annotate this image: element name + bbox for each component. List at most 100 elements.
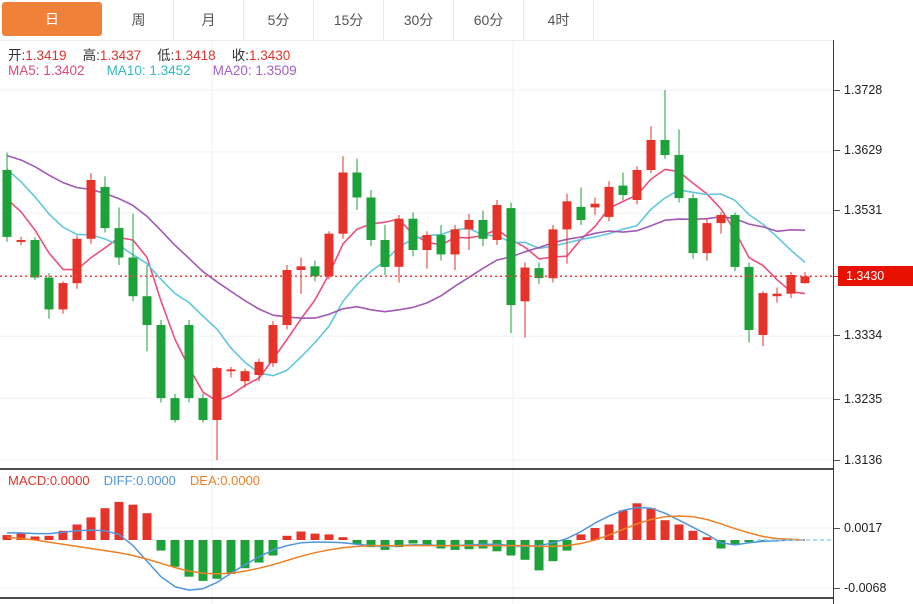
price-panel: 开:1.3419高:1.3437低:1.3418收:1.3430 MA5: 1.… — [0, 40, 833, 470]
tab-4hour[interactable]: 4时 — [524, 0, 594, 40]
high-value: 1.3437 — [100, 48, 141, 63]
candle — [395, 215, 404, 283]
macd-bar — [437, 540, 446, 549]
macd-readout: MACD:0.0000DIFF:0.0000DEA:0.0000 — [8, 473, 260, 488]
candle — [675, 129, 684, 202]
candle — [311, 261, 320, 282]
macd-bar — [605, 525, 614, 541]
candle — [409, 213, 418, 257]
macd-bar — [675, 525, 684, 541]
candle — [773, 288, 782, 303]
macd-bar — [171, 540, 180, 567]
price-tick-label: 1.3136 — [844, 452, 882, 468]
close-label: 收: — [232, 48, 249, 63]
candle — [143, 265, 152, 351]
candle — [703, 219, 712, 261]
ma10-readout: MA10: 1.3452 — [107, 63, 191, 78]
ma5-line — [7, 169, 805, 401]
candle — [633, 166, 642, 204]
macd-bar — [45, 536, 54, 540]
last-price-flag: 1.3430 — [838, 266, 913, 286]
candle — [31, 238, 40, 281]
main-price-chart — [0, 40, 833, 470]
tab-5min[interactable]: 5分 — [244, 0, 314, 40]
candle — [647, 126, 656, 173]
price-tick-label: 1.3235 — [844, 391, 882, 407]
macd-bar — [213, 540, 222, 579]
candle — [423, 231, 432, 269]
candle — [59, 281, 68, 314]
candle — [745, 263, 754, 343]
candle — [689, 194, 698, 259]
candle — [661, 90, 670, 159]
macd-bar — [661, 520, 670, 540]
ma5-readout: MA5: 1.3402 — [8, 63, 85, 78]
candle — [185, 320, 194, 403]
candle — [227, 367, 236, 378]
macd-chart — [0, 470, 833, 604]
macd-bar — [507, 540, 516, 556]
candle — [731, 213, 740, 272]
dea-value: DEA:0.0000 — [190, 473, 260, 488]
candle — [269, 321, 278, 367]
macd-bar — [143, 513, 152, 540]
kline-chart-app: 日 周 月 5分 15分 30分 60分 4时 开:1.3419高:1.3437… — [0, 0, 913, 604]
macd-bar — [311, 534, 320, 540]
price-tick-label: 1.3629 — [844, 142, 882, 158]
candle — [437, 225, 446, 261]
high-label: 高: — [83, 48, 100, 63]
macd-bar — [129, 505, 138, 540]
candle — [353, 159, 362, 210]
low-label: 低: — [157, 48, 174, 63]
macd-bar — [73, 525, 82, 541]
ma20-line — [7, 156, 805, 319]
candle — [535, 263, 544, 284]
low-value: 1.3418 — [174, 48, 215, 63]
price-axis: 1.3728 1.3629 1.3531 1.3430 1.3334 1.323… — [833, 40, 913, 604]
candle — [367, 190, 376, 246]
candle — [521, 263, 530, 338]
candle — [717, 213, 726, 234]
candle — [325, 231, 334, 279]
candle — [493, 200, 502, 245]
candle — [801, 272, 810, 284]
tab-30min[interactable]: 30分 — [384, 0, 454, 40]
macd-bar — [339, 537, 348, 540]
candle — [115, 208, 124, 266]
candle — [45, 273, 54, 319]
macd-bar — [87, 517, 96, 540]
candle — [339, 156, 348, 239]
diff-value: DIFF:0.0000 — [104, 473, 176, 488]
candle — [759, 291, 768, 346]
macd-bar — [297, 532, 306, 541]
tab-month[interactable]: 月 — [174, 0, 244, 40]
candle — [577, 188, 586, 226]
candle — [591, 198, 600, 216]
price-tick-label: 1.3531 — [844, 202, 882, 218]
macd-bar — [227, 540, 236, 574]
open-label: 开: — [8, 48, 25, 63]
macd-bar — [731, 540, 740, 544]
macd-bar — [619, 510, 628, 540]
macd-bar — [409, 540, 418, 544]
macd-bar — [703, 537, 712, 540]
macd-bar — [101, 508, 110, 540]
tab-15min[interactable]: 15分 — [314, 0, 384, 40]
candle — [255, 359, 264, 382]
ma10-line — [7, 169, 805, 376]
candle — [157, 320, 166, 403]
price-tick-label: 1.3728 — [844, 82, 882, 98]
macd-tick-label: -0.0068 — [844, 580, 886, 596]
macd-tick-label: 0.0017 — [844, 520, 882, 536]
candle — [3, 153, 12, 242]
macd-bar — [157, 540, 166, 551]
tab-day[interactable]: 日 — [2, 2, 102, 36]
dea-line — [7, 516, 805, 574]
macd-bar — [283, 536, 292, 540]
macd-bar — [647, 508, 656, 540]
candle — [479, 211, 488, 247]
macd-bar — [521, 540, 530, 560]
macd-bar — [325, 534, 334, 540]
tab-week[interactable]: 周 — [104, 0, 174, 40]
tab-60min[interactable]: 60分 — [454, 0, 524, 40]
